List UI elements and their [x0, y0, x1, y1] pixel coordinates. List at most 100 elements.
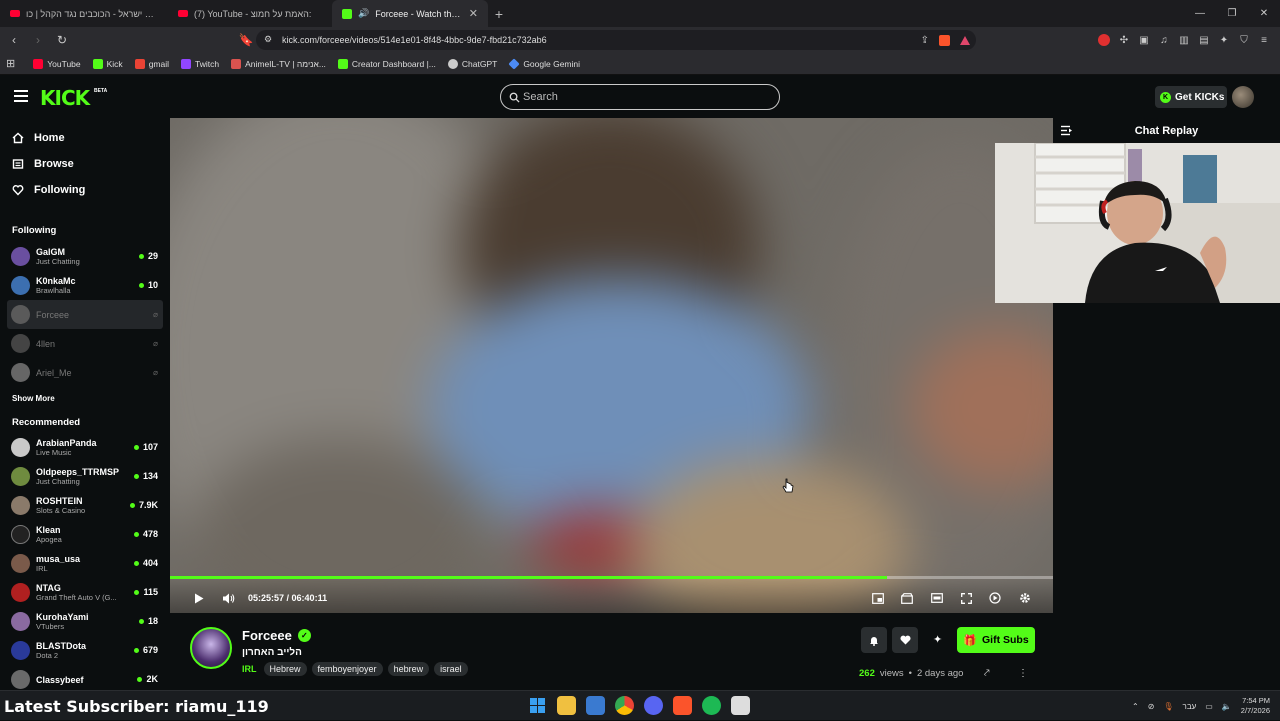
recommended-channel[interactable]: ArabianPanda Live Music 107: [0, 433, 170, 462]
site-info-icon[interactable]: ⚙: [264, 34, 272, 45]
recommended-channel[interactable]: musa_usa IRL 404: [0, 549, 170, 578]
back-icon[interactable]: ‹: [4, 30, 24, 50]
tag-chip[interactable]: Hebrew: [263, 662, 307, 676]
video-player[interactable]: 05:25:57 / 06:40:11: [170, 118, 1053, 613]
recommended-channel[interactable]: Oldpeeps_TTRMSP Just Chatting 134: [0, 462, 170, 491]
following-channel-ariel-me[interactable]: Ariel_Me ⌀: [0, 358, 170, 387]
sidebar-item-browse[interactable]: Browse: [0, 151, 170, 177]
bookmark-gmail[interactable]: gmail: [134, 58, 169, 69]
windows-start-icon[interactable]: [528, 696, 547, 715]
recommended-channel[interactable]: Classybeef 2K: [0, 665, 170, 690]
bookmark-twitch[interactable]: Twitch: [181, 58, 219, 69]
gift-subs-button[interactable]: 🎁 Gift Subs: [957, 627, 1035, 653]
sparkle-icon[interactable]: ✦: [933, 633, 942, 646]
reload-icon[interactable]: ↻: [52, 30, 72, 50]
apps-grid-icon[interactable]: ⊞: [6, 57, 15, 70]
clip-icon[interactable]: [900, 591, 914, 605]
offline-icon: ⌀: [153, 310, 158, 319]
recommended-channel[interactable]: NTAG Grand Theft Auto V (G... 115: [0, 578, 170, 607]
bookmark-creator-dashboard[interactable]: Creator Dashboard |...: [337, 58, 436, 69]
discord-icon[interactable]: [644, 696, 663, 715]
brave-rewards-icon[interactable]: [960, 35, 970, 45]
more-options-icon[interactable]: ⋮: [1018, 668, 1028, 679]
minimize-icon[interactable]: —: [1184, 0, 1216, 27]
follow-button[interactable]: [892, 627, 918, 653]
sidebar-item-following[interactable]: Following: [0, 177, 170, 203]
following-channel-galgm[interactable]: GalGM Just Chatting 29: [0, 242, 170, 271]
chevron-up-icon[interactable]: ⌃: [1132, 702, 1139, 711]
search-input[interactable]: Search: [500, 84, 780, 110]
category-link[interactable]: IRL: [242, 664, 257, 674]
following-channel-forceee[interactable]: Forceee ⌀: [7, 300, 163, 329]
notifications-button[interactable]: [861, 627, 887, 653]
hamburger-menu-icon[interactable]: [14, 90, 28, 102]
vpn-icon[interactable]: ⛉: [1238, 34, 1250, 46]
puzzle-icon[interactable]: ✣: [1118, 34, 1130, 46]
volume-icon[interactable]: [221, 591, 235, 605]
bookmark-gemini[interactable]: Google Gemini: [508, 57, 580, 70]
channel-name[interactable]: Forceee: [242, 628, 292, 643]
browser-tab-2[interactable]: (7) YouTube - האמת על חמוצ:: [168, 0, 332, 27]
kick-logo[interactable]: KICK: [40, 86, 90, 110]
following-channel-4llen[interactable]: 4llen ⌀: [0, 329, 170, 358]
music-icon[interactable]: ♫: [1158, 34, 1170, 46]
live-dot-icon: [129, 502, 135, 508]
recommended-channel[interactable]: ROSHTEIN Slots & Casino 7.9K: [0, 491, 170, 520]
screenshot-icon[interactable]: ▣: [1138, 34, 1150, 46]
share-icon[interactable]: ⤤: [984, 668, 990, 679]
clock[interactable]: 7:54 PM 2/7/2026: [1241, 696, 1270, 716]
tag-chip[interactable]: femboyenjoyer: [311, 662, 383, 676]
speed-icon[interactable]: [988, 591, 1002, 605]
miniplayer-icon[interactable]: [871, 591, 885, 605]
bookmark-chatgpt[interactable]: ChatGPT: [447, 58, 497, 69]
sidebar-item-home[interactable]: Home: [0, 125, 170, 151]
store-icon[interactable]: [586, 696, 605, 715]
bookmark-animeil[interactable]: AnimeIL-TV | אנימה...: [231, 58, 326, 69]
user-avatar[interactable]: [1232, 86, 1254, 108]
leo-ai-icon[interactable]: ✦: [1218, 34, 1230, 46]
get-kicks-button[interactable]: K Get KICKs: [1155, 86, 1227, 108]
close-tab-icon[interactable]: ✕: [469, 7, 478, 20]
file-explorer-icon[interactable]: [557, 696, 576, 715]
play-icon[interactable]: [192, 591, 206, 605]
recommended-channel[interactable]: BLASTDota Dota 2 679: [0, 636, 170, 665]
close-window-icon[interactable]: ✕: [1248, 0, 1280, 27]
following-channel-k0nkamc[interactable]: K0nkaMc Brawlhalla 10: [0, 271, 170, 300]
wallet-icon[interactable]: ▤: [1198, 34, 1210, 46]
bookmark-youtube[interactable]: YouTube: [33, 58, 81, 69]
maximize-icon[interactable]: ❐: [1216, 0, 1248, 27]
channel-avatar[interactable]: [190, 627, 232, 669]
share-icon[interactable]: ⇪: [921, 35, 929, 46]
bookmarks-bar: ⊞ YouTube Kick gmail Twitch AnimeIL-TV |…: [0, 53, 1280, 75]
url-field[interactable]: ⚙ kick.com/forceee/videos/514e1e01-8f48-…: [256, 30, 976, 50]
gift-subs-label: Gift Subs: [982, 634, 1029, 646]
fullscreen-icon[interactable]: [959, 591, 973, 605]
show-more-button[interactable]: Show More: [0, 387, 170, 409]
obs-icon[interactable]: [731, 696, 750, 715]
display-icon[interactable]: ▭: [1205, 702, 1213, 711]
record-extension-icon[interactable]: [1098, 34, 1110, 46]
bookmark-kick[interactable]: Kick: [92, 58, 123, 69]
brave-icon[interactable]: [673, 696, 692, 715]
recommended-channel[interactable]: KurohaYami VTubers 18: [0, 607, 170, 636]
bookmark-icon[interactable]: 🔖: [236, 30, 256, 50]
seek-bar[interactable]: [170, 576, 1053, 579]
sidebar-icon[interactable]: ▥: [1178, 34, 1190, 46]
settings-gear-icon[interactable]: [1018, 591, 1032, 605]
microphone-icon[interactable]: 🎙: [1163, 702, 1173, 711]
recommended-channel[interactable]: Klean Apogea 478: [0, 520, 170, 549]
theater-mode-icon[interactable]: [930, 591, 944, 605]
brave-shield-icon[interactable]: [939, 34, 950, 46]
forward-icon[interactable]: ›: [28, 30, 48, 50]
spotify-icon[interactable]: [702, 696, 721, 715]
chrome-icon[interactable]: [615, 696, 634, 715]
browser-tab-1[interactable]: איוונט ישראל - הכוכבים נגד הקהל | כו: [0, 0, 168, 27]
new-tab-button[interactable]: +: [488, 6, 510, 22]
tag-chip[interactable]: hebrew: [387, 662, 430, 676]
network-off-icon[interactable]: ⊘: [1148, 702, 1155, 711]
language-indicator[interactable]: עבר: [1183, 702, 1197, 711]
tag-chip[interactable]: israel: [434, 662, 468, 676]
browser-tab-active[interactable]: 🔊 Forceee - Watch the VOD on ✕: [332, 0, 488, 27]
menu-icon[interactable]: ≡: [1258, 34, 1270, 46]
volume-tray-icon[interactable]: 🔈: [1222, 702, 1232, 711]
